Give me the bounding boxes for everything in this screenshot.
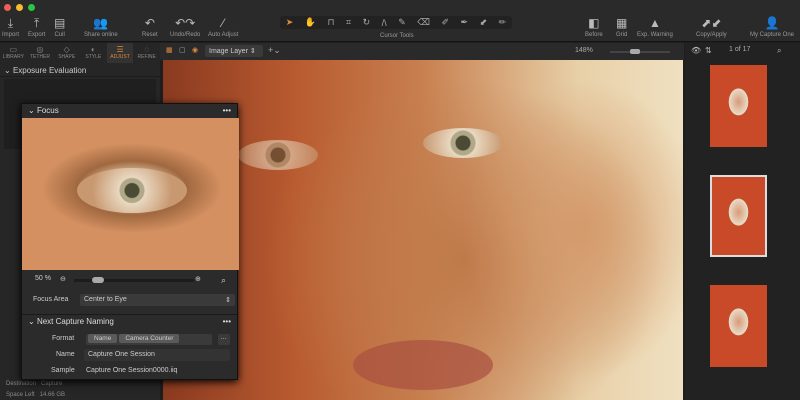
sliders-icon: ☰ [116,45,124,54]
filmstrip: 👁 ⇅ 1 of 17 ⌕ [685,43,800,400]
undo-redo-button[interactable]: ↶↷ Undo/Redo [170,14,200,38]
tool-tabs: ▭ LIBRARY ◎ TETHER ◇ SHAPE ◐ STYLE ☰ ADJUST ◌… [0,43,160,63]
refine-icon: ◌ [144,45,150,54]
token-name[interactable]: Name [88,334,118,343]
space-left-row: Space Left 14.66 GB [6,392,66,398]
focus-preview [22,118,239,270]
photo-eye-right [423,128,503,158]
style-icon: ◐ [90,45,96,54]
name-input[interactable]: Capture One Session [84,349,230,361]
exposure-warning-button[interactable]: ▲ Exp. Warning [637,14,673,38]
sort-icon[interactable]: ⇅ [705,46,712,55]
thumbnail[interactable] [710,285,767,367]
export-icon: ⤒ [34,16,40,30]
zoom-level: 148% [575,47,593,54]
export-button[interactable]: ⤒ Export [28,14,45,38]
proof-icon[interactable]: ◉ [192,46,198,54]
picker-icon[interactable]: ⬋ [480,17,488,28]
loupe-icon[interactable]: ⌕ [221,275,226,286]
focus-area-select[interactable]: Center to Eye ⇕ [80,294,235,306]
format-options-button[interactable]: … [218,334,230,345]
close-button[interactable] [4,4,11,11]
exposure-evaluation-header[interactable]: ⌄ Exposure Evaluation [0,63,160,77]
warning-icon: ▲ [648,16,661,30]
image-counter: 1 of 17 [729,46,751,53]
zoom-button[interactable] [28,4,35,11]
thumbnail-selected[interactable] [710,175,767,257]
pen-icon[interactable]: ✒ [461,17,469,28]
eye-icon[interactable]: 👁 [691,46,701,55]
destination-row: Destination Capture [6,381,63,387]
tab-shape[interactable]: ◇ SHAPE [53,43,80,63]
tab-adjust[interactable]: ☰ ADJUST [106,43,134,63]
thumbnail[interactable] [710,65,767,147]
main-toolbar: ⤓ Import ⤒ Export ▤ Cull 👥 Share online ↶ Res… [0,0,800,42]
tab-refine[interactable]: ◌ REFINE [133,43,160,63]
auto-adjust-button[interactable]: ⁄ Auto Adjust [208,14,238,38]
gradient-icon[interactable]: ✐ [441,17,449,28]
copy-apply-button[interactable]: ⬈⬋ Copy/Apply [696,14,727,38]
next-capture-naming-header[interactable]: ⌄ Next Capture Naming ••• [22,314,237,328]
brush-icon[interactable]: ✎ [398,17,406,28]
photo-eye-left [238,140,318,170]
people-icon: 👥 [93,16,109,30]
annotate-icon[interactable]: ✏ [499,17,507,28]
shape-icon: ◇ [63,45,70,54]
share-online-button[interactable]: 👥 Share online [84,14,118,38]
token-camera-counter[interactable]: Camera Counter [119,334,180,343]
rotate-icon[interactable]: ↻ [363,17,371,28]
reset-icon: ↶ [144,16,155,30]
stamp-icon[interactable]: ⊓ [328,17,335,28]
hand-icon[interactable]: ✋ [305,17,316,28]
tab-style[interactable]: ◐ STYLE [80,43,107,63]
layer-select[interactable]: Image Layer ⇕ [205,45,263,57]
camera-icon: ◎ [36,45,44,54]
more-icon[interactable]: ••• [223,106,231,115]
undo-redo-icon: ↶↷ [175,16,196,30]
account-button[interactable]: 👤 My Capture One [750,14,794,38]
preview-eye [77,168,187,213]
focus-header[interactable]: ⌄ Focus ••• [22,104,237,118]
grid-view-icon[interactable]: ▦ [166,46,173,54]
window-controls [4,4,35,11]
single-view-icon[interactable]: ▢ [179,46,186,54]
crop-icon[interactable]: ⌗ [346,17,351,28]
format-field[interactable]: Name Camera Counter [86,334,212,345]
focus-panel: ⌄ Focus ••• 50 % ⊖ ⊕ ⌕ Focus Area Center … [21,103,239,380]
import-button[interactable]: ⤓ Import [2,14,19,38]
zoom-in-icon[interactable]: ⊕ [195,275,201,283]
zoom-slider[interactable] [610,49,670,54]
cull-icon: ▤ [54,16,66,30]
folder-icon: ▭ [9,45,18,54]
keystone-icon[interactable]: /\ [382,18,387,28]
cursor-tools[interactable]: ➤ ✋ ⊓ ⌗ ↻ /\ ✎ ⌫ ✐ ✒ ⬋ ✏ [280,16,512,29]
more-icon[interactable]: ••• [223,317,231,326]
minimize-button[interactable] [16,4,23,11]
tab-tether[interactable]: ◎ TETHER [27,43,54,63]
image-viewer[interactable] [163,60,683,400]
before-after-icon: ◧ [588,16,600,30]
focus-zoom-slider[interactable] [74,277,194,283]
eraser-icon[interactable]: ⌫ [417,17,430,28]
grid-icon: ▦ [616,16,628,30]
cull-button[interactable]: ▤ Cull [54,14,65,38]
import-icon: ⤓ [7,16,14,30]
magic-wand-icon: ⁄ [222,16,225,30]
before-button[interactable]: ◧ Before [585,14,603,38]
search-icon[interactable]: ⌕ [777,46,781,56]
copy-apply-icon: ⬈⬋ [701,16,722,30]
user-icon: 👤 [764,16,780,30]
add-layer-icon[interactable]: +⌄ [268,45,281,56]
select-cursor-icon[interactable]: ➤ [286,17,294,28]
zoom-out-icon[interactable]: ⊖ [60,275,66,283]
grid-button[interactable]: ▦ Grid [616,14,627,38]
reset-button[interactable]: ↶ Reset [142,14,158,38]
tab-library[interactable]: ▭ LIBRARY [0,43,27,63]
viewer-toolbar: ▦ ▢ ◉ Image Layer ⇕ +⌄ 148% [160,43,684,60]
photo-lips [353,340,493,390]
